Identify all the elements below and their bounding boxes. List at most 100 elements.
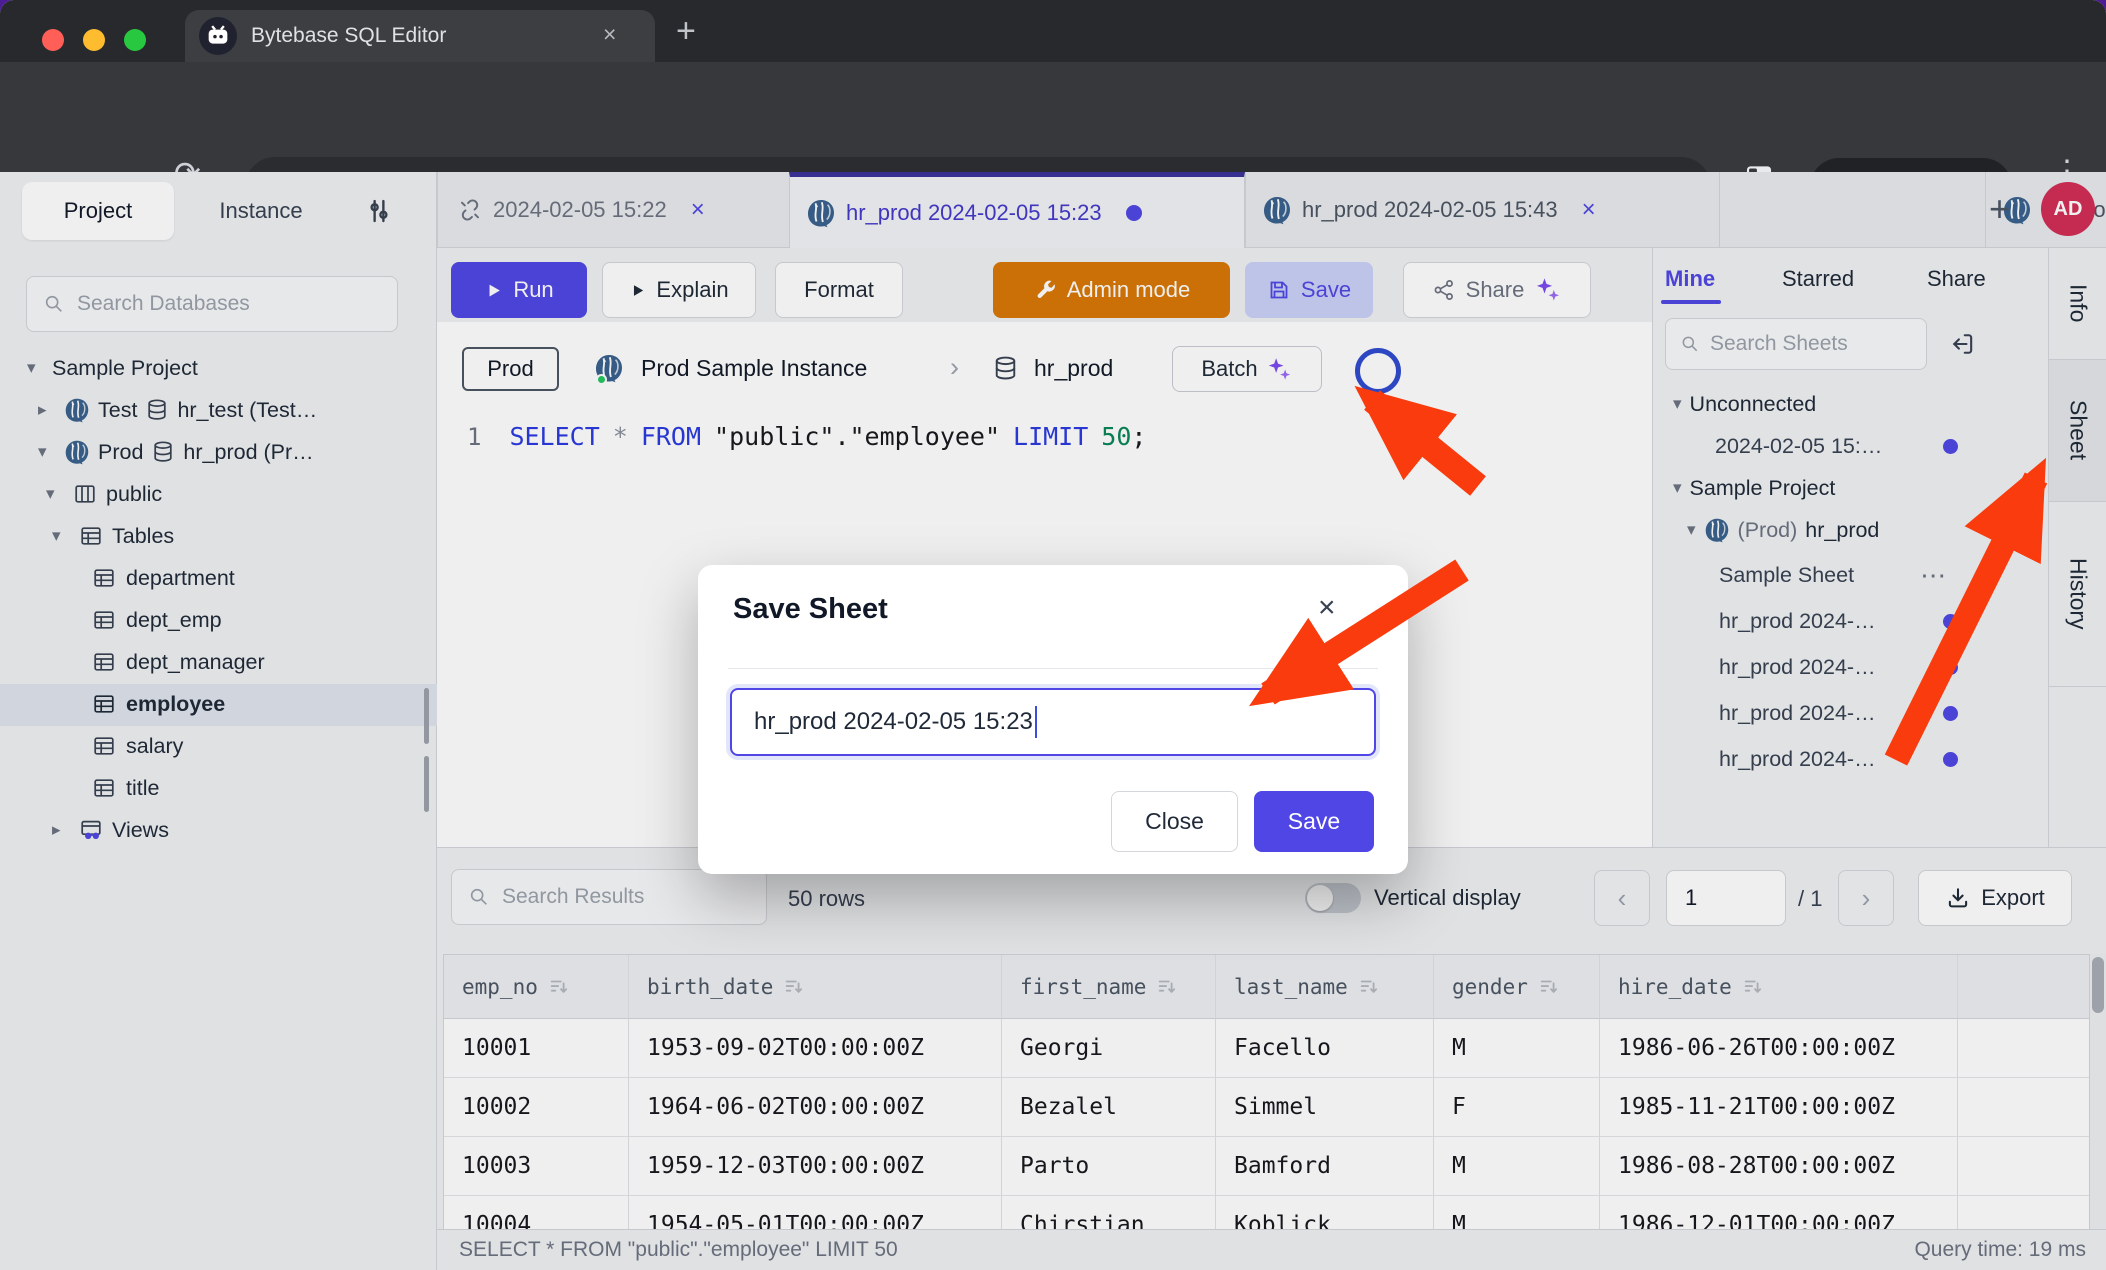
breadcrumb-instance[interactable]: Prod Sample Instance xyxy=(641,355,867,382)
tree-db-hr-prod[interactable]: ▾ Prod hr_prod (Pr… xyxy=(0,431,437,473)
traffic-light-minimize[interactable] xyxy=(83,29,105,51)
traffic-light-zoom[interactable] xyxy=(124,29,146,51)
sheet-connection[interactable]: ▾ (Prod) hr_prod xyxy=(1653,509,2049,551)
new-tab-button[interactable]: + xyxy=(676,12,696,51)
tab-project[interactable]: Project xyxy=(22,182,174,240)
sort-icon[interactable] xyxy=(1538,976,1560,998)
batch-button[interactable]: Batch xyxy=(1172,346,1322,392)
tree-group-views[interactable]: ▸ Views xyxy=(0,809,437,851)
close-tab-icon[interactable]: × xyxy=(1582,196,1596,224)
column-header[interactable]: birth_date xyxy=(629,955,1002,1019)
dialog-close-button[interactable]: Close xyxy=(1111,791,1238,852)
save-button[interactable]: Save xyxy=(1245,262,1373,318)
admin-mode-button[interactable]: Admin mode xyxy=(993,262,1230,318)
strip-tab-info[interactable]: Info xyxy=(2049,248,2106,360)
sheet-item[interactable]: hr_prod 2024-… xyxy=(1653,692,2049,734)
sheet-item-sample-sheet[interactable]: Sample Sheet ⋯ xyxy=(1653,554,2049,596)
table-row[interactable]: 100031959-12-03T00:00:00ZPartoBamfordM19… xyxy=(444,1137,2090,1196)
strip-tab-history[interactable]: History xyxy=(2049,502,2106,687)
vertical-display-toggle[interactable] xyxy=(1305,883,1361,913)
tree-schema-public[interactable]: ▾ public xyxy=(0,473,437,515)
prev-page-button[interactable]: ‹ xyxy=(1594,870,1650,926)
traffic-light-close[interactable] xyxy=(42,29,64,51)
column-header[interactable]: gender xyxy=(1434,955,1600,1019)
tree-table-employee-selected[interactable]: employee xyxy=(0,683,437,725)
close-tab-icon[interactable]: × xyxy=(691,196,705,224)
schema-icon xyxy=(73,482,97,506)
sheet-item[interactable]: hr_prod 2024-… xyxy=(1653,600,2049,642)
strip-tab-sheet-active[interactable]: Sheet xyxy=(2049,360,2106,502)
sheet-group-sample-project[interactable]: ▾ Sample Project xyxy=(1653,467,2049,509)
tree-db-hr-test[interactable]: ▸ Test hr_test (Test… xyxy=(0,389,437,431)
column-header[interactable]: hire_date xyxy=(1600,955,1958,1019)
sheet-group-unconnected[interactable]: ▾ Unconnected xyxy=(1653,383,2049,425)
sort-icon[interactable] xyxy=(548,976,570,998)
page-number-input[interactable] xyxy=(1666,870,1786,926)
tree-group-tables[interactable]: ▾ Tables xyxy=(0,515,437,557)
search-databases-input[interactable]: Search Databases xyxy=(26,276,398,332)
tree-table-salary[interactable]: salary xyxy=(0,725,437,767)
sort-icon[interactable] xyxy=(1742,976,1764,998)
table-icon xyxy=(92,692,116,716)
sheet-item[interactable]: hr_prod 2024-… xyxy=(1653,646,2049,688)
export-button[interactable]: Export xyxy=(1918,870,2072,926)
table-scrollbar[interactable] xyxy=(2090,954,2106,1230)
sort-icon[interactable] xyxy=(1358,976,1380,998)
column-header[interactable]: first_name xyxy=(1002,955,1216,1019)
explain-button[interactable]: Explain xyxy=(602,262,756,318)
table-icon xyxy=(92,650,116,674)
table-icon xyxy=(92,608,116,632)
next-page-button[interactable]: › xyxy=(1838,870,1894,926)
sql-code-line[interactable]: 1SELECT*FROM"public"."employee"LIMIT50; xyxy=(467,422,1159,451)
tree-table-dept-emp[interactable]: dept_emp xyxy=(0,599,437,641)
sort-icon[interactable] xyxy=(783,976,805,998)
sheet-item[interactable]: 2024-02-05 15:… xyxy=(1653,425,2049,467)
tree-table-title[interactable]: title xyxy=(0,767,437,809)
tree-table-dept-manager[interactable]: dept_manager xyxy=(0,641,437,683)
dialog-close-icon[interactable]: × xyxy=(1318,591,1336,625)
scrollbar-thumb[interactable] xyxy=(2092,957,2104,1013)
column-header[interactable]: emp_no xyxy=(444,955,629,1019)
column-header[interactable]: last_name xyxy=(1216,955,1434,1019)
sheet-item[interactable]: hr_prod 2024-… xyxy=(1653,738,2049,780)
tab-starred[interactable]: Starred xyxy=(1782,266,1854,292)
sheet-panel: Mine Starred Share Search Sheets ▾ Uncon… xyxy=(1652,248,2048,847)
sheet-tab-1523-active[interactable]: hr_prod 2024-02-05 15:23 xyxy=(789,177,1245,248)
browser-tab-close-icon[interactable]: × xyxy=(603,21,616,48)
filter-tune-icon[interactable] xyxy=(364,196,394,226)
dialog-title: Save Sheet xyxy=(733,593,888,626)
sheet-tab-1522[interactable]: 2024-02-05 15:22 × xyxy=(443,172,789,248)
search-placeholder: Search Sheets xyxy=(1710,332,1848,356)
tab-instance[interactable]: Instance xyxy=(196,182,326,240)
format-button[interactable]: Format xyxy=(775,262,903,318)
table-icon xyxy=(92,734,116,758)
search-results-input[interactable]: Search Results xyxy=(451,869,767,925)
tree-project-root[interactable]: ▾Sample Project xyxy=(0,347,437,389)
sheet-tab-1543[interactable]: hr_prod 2024-02-05 15:43 × xyxy=(1245,172,1719,248)
sort-icon[interactable] xyxy=(1156,976,1178,998)
unsaved-dot xyxy=(1943,752,1958,767)
panel-resize-handle[interactable] xyxy=(424,688,429,744)
browser-tab[interactable]: Bytebase SQL Editor × xyxy=(185,10,655,62)
results-table[interactable]: emp_no birth_date first_name last_name g… xyxy=(443,954,2090,1230)
table-row[interactable]: 100021964-06-02T00:00:00ZBezalelSimmelF1… xyxy=(444,1078,2090,1137)
play-icon xyxy=(629,282,646,299)
avatar[interactable]: AD xyxy=(2041,182,2095,236)
import-sheet-icon[interactable] xyxy=(1949,330,1977,358)
search-sheets-input[interactable]: Search Sheets xyxy=(1665,318,1927,370)
breadcrumb-database[interactable]: hr_prod xyxy=(1034,355,1113,382)
table-row[interactable]: 100041954-05-01T00:00:00ZChirstianKoblic… xyxy=(444,1196,2090,1230)
loading-ring-icon xyxy=(1355,348,1401,394)
text-cursor xyxy=(1035,706,1037,738)
tree-table-department[interactable]: department xyxy=(0,557,437,599)
run-button[interactable]: Run xyxy=(451,262,587,318)
share-button[interactable]: Share xyxy=(1403,262,1591,318)
add-sheet-tab-button[interactable]: + xyxy=(1989,188,2010,230)
tab-share[interactable]: Share xyxy=(1927,266,1986,292)
dialog-save-button[interactable]: Save xyxy=(1254,791,1374,852)
sheet-name-input[interactable]: hr_prod 2024-02-05 15:23 xyxy=(730,688,1376,756)
tab-mine[interactable]: Mine xyxy=(1665,266,1715,292)
table-row[interactable]: 100011953-09-02T00:00:00ZGeorgiFacelloM1… xyxy=(444,1019,2090,1078)
panel-resize-handle[interactable] xyxy=(424,756,429,812)
sheet-menu-icon[interactable]: ⋯ xyxy=(1920,560,1946,591)
